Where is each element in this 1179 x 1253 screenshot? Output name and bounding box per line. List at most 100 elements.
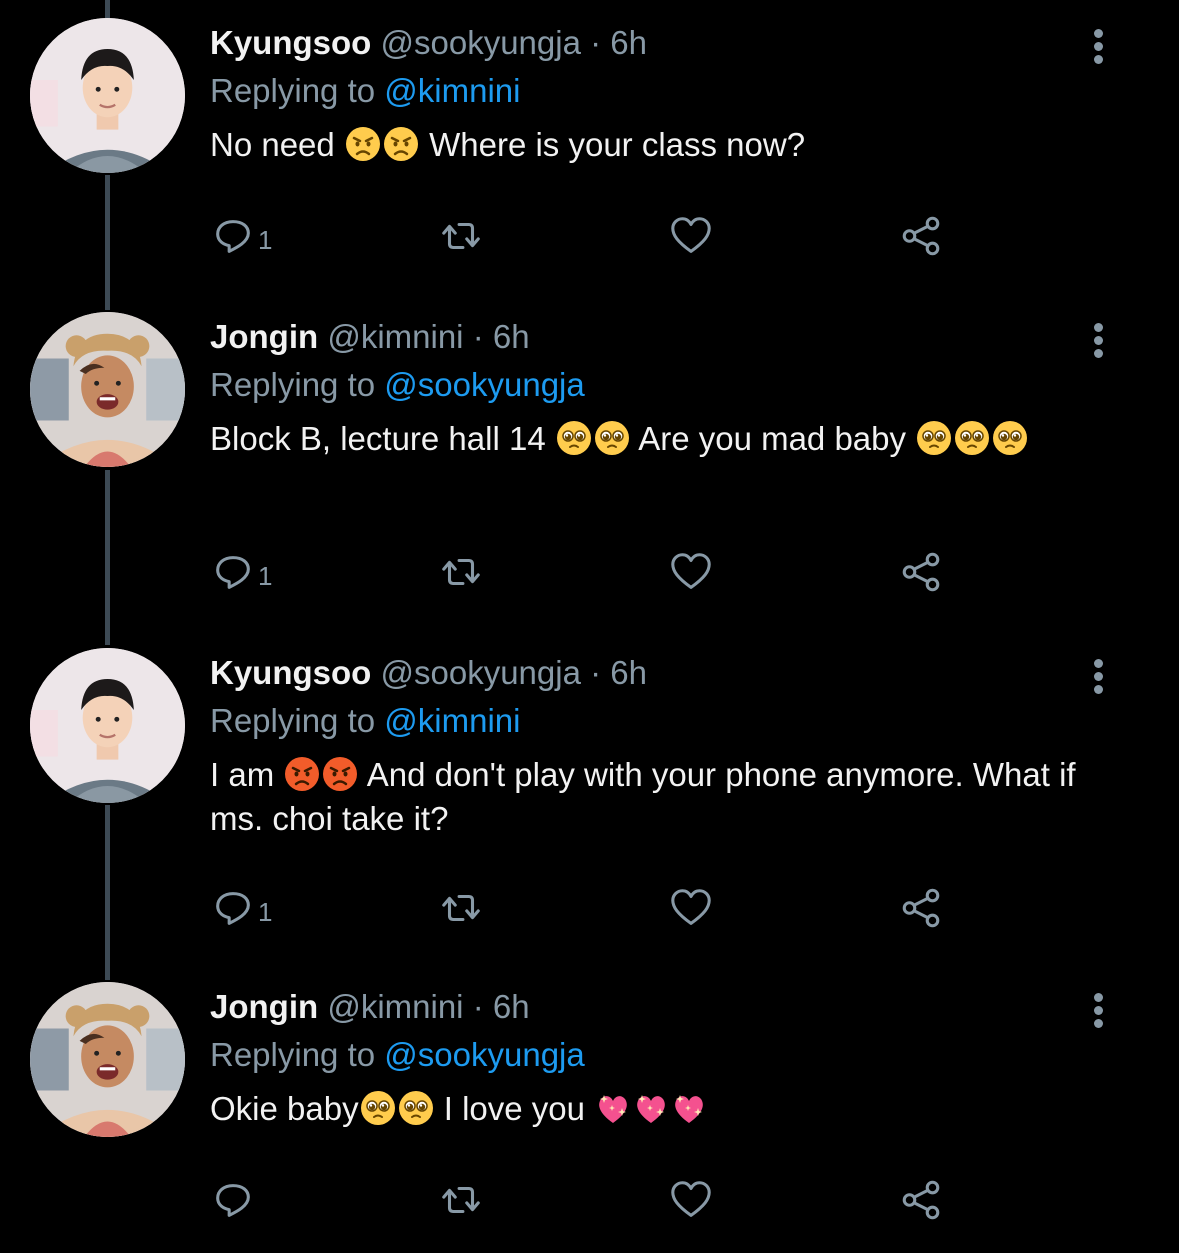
retweet-button[interactable] (438, 1175, 484, 1225)
retweet-button[interactable] (438, 883, 484, 933)
reply-icon (210, 1177, 256, 1223)
tweet-text-segment: Okie baby (210, 1090, 359, 1127)
replying-to: Replying to @sookyungja (210, 365, 1089, 405)
pleading-face-emoji (594, 420, 630, 456)
jongin-avatar[interactable] (30, 982, 185, 1137)
user-handle[interactable]: @sookyungja (381, 24, 581, 61)
sparkling-heart-emoji (671, 1090, 707, 1126)
retweet-icon (438, 213, 484, 259)
like-button[interactable] (668, 211, 714, 261)
retweet-icon (438, 549, 484, 595)
mention-link[interactable]: @kimnini (384, 702, 520, 739)
timestamp[interactable]: 6h (610, 24, 647, 61)
display-name[interactable]: Kyungsoo (210, 654, 371, 691)
separator: · (590, 654, 602, 691)
share-button[interactable] (898, 883, 944, 933)
replying-label: Replying to (210, 702, 376, 739)
retweet-button[interactable] (438, 547, 484, 597)
angry-face-emoji (345, 126, 381, 162)
share-icon (898, 213, 944, 259)
retweet-icon (438, 1177, 484, 1223)
tweet-text: I am And don't play with your phone anym… (210, 753, 1089, 841)
separator: · (472, 988, 484, 1025)
heart-icon (668, 1177, 714, 1223)
retweet-icon (438, 885, 484, 931)
tweet-text-segment: I am (210, 756, 284, 793)
more-options-icon[interactable] (1086, 26, 1110, 70)
action-bar (210, 1175, 970, 1225)
jongin-avatar[interactable] (30, 312, 185, 467)
pleading-face-emoji (556, 420, 592, 456)
heart-icon (668, 549, 714, 595)
sparkling-heart-emoji (633, 1090, 669, 1126)
action-bar: 1 (210, 883, 970, 933)
kyungsoo-avatar[interactable] (30, 648, 185, 803)
reply-count: 1 (258, 560, 273, 591)
reply-button[interactable]: 1 (210, 883, 272, 933)
like-button[interactable] (668, 1175, 714, 1225)
retweet-button[interactable] (438, 211, 484, 261)
pleading-face-emoji (992, 420, 1028, 456)
more-options-icon[interactable] (1086, 320, 1110, 364)
heart-icon (668, 885, 714, 931)
mention-link[interactable]: @kimnini (384, 72, 520, 109)
replying-label: Replying to (210, 366, 376, 403)
more-options-icon[interactable] (1086, 656, 1110, 700)
reply-icon (210, 549, 256, 595)
timestamp[interactable]: 6h (610, 654, 647, 691)
mention-link[interactable]: @sookyungja (384, 366, 584, 403)
display-name[interactable]: Jongin (210, 988, 318, 1025)
tweet-text: No need Where is your class now? (210, 123, 1089, 167)
share-icon (898, 1177, 944, 1223)
thread-line (105, 175, 110, 310)
pleading-face-emoji (916, 420, 952, 456)
pleading-face-emoji (954, 420, 990, 456)
tweet-header: Jongin @kimnini · 6h (210, 317, 1089, 357)
tweet-text: Block B, lecture hall 14 Are you mad bab… (210, 417, 1089, 461)
thread-line (105, 470, 110, 645)
pouting-face-emoji (284, 756, 320, 792)
tweet-text-segment: Where is your class now? (419, 126, 806, 163)
user-handle[interactable]: @sookyungja (381, 654, 581, 691)
user-handle[interactable]: @kimnini (327, 988, 463, 1025)
user-handle[interactable]: @kimnini (327, 318, 463, 355)
tweet-text-segment: No need (210, 126, 344, 163)
separator: · (472, 318, 484, 355)
reply-count: 1 (258, 224, 273, 255)
like-button[interactable] (668, 547, 714, 597)
separator: · (590, 24, 602, 61)
tweet-header: Kyungsoo @sookyungja · 6h (210, 653, 1089, 693)
action-bar: 1 (210, 211, 970, 261)
thread-line (105, 0, 110, 18)
share-button[interactable] (898, 1175, 944, 1225)
pleading-face-emoji (360, 1090, 396, 1126)
replying-to: Replying to @kimnini (210, 701, 1089, 741)
share-button[interactable] (898, 547, 944, 597)
display-name[interactable]: Jongin (210, 318, 318, 355)
reply-count: 1 (258, 896, 273, 927)
reply-button[interactable]: 1 (210, 547, 272, 597)
thread-line (105, 805, 110, 980)
tweet-text: Okie baby I love you (210, 1087, 1089, 1131)
share-icon (898, 885, 944, 931)
reply-button[interactable] (210, 1175, 256, 1225)
heart-icon (668, 213, 714, 259)
kyungsoo-avatar[interactable] (30, 18, 185, 173)
share-button[interactable] (898, 211, 944, 261)
tweet-text-segment: I love you (434, 1090, 595, 1127)
more-options-icon[interactable] (1086, 990, 1110, 1034)
replying-to: Replying to @kimnini (210, 71, 1089, 111)
tweet-text-segment: Are you mad baby (630, 420, 916, 457)
reply-button[interactable]: 1 (210, 211, 272, 261)
like-button[interactable] (668, 883, 714, 933)
tweet-header: Jongin @kimnini · 6h (210, 987, 1089, 1027)
mention-link[interactable]: @sookyungja (384, 1036, 584, 1073)
action-bar: 1 (210, 547, 970, 597)
replying-label: Replying to (210, 1036, 376, 1073)
timestamp[interactable]: 6h (493, 988, 530, 1025)
replying-label: Replying to (210, 72, 376, 109)
tweet-text-segment: Block B, lecture hall 14 (210, 420, 555, 457)
share-icon (898, 549, 944, 595)
display-name[interactable]: Kyungsoo (210, 24, 371, 61)
timestamp[interactable]: 6h (493, 318, 530, 355)
